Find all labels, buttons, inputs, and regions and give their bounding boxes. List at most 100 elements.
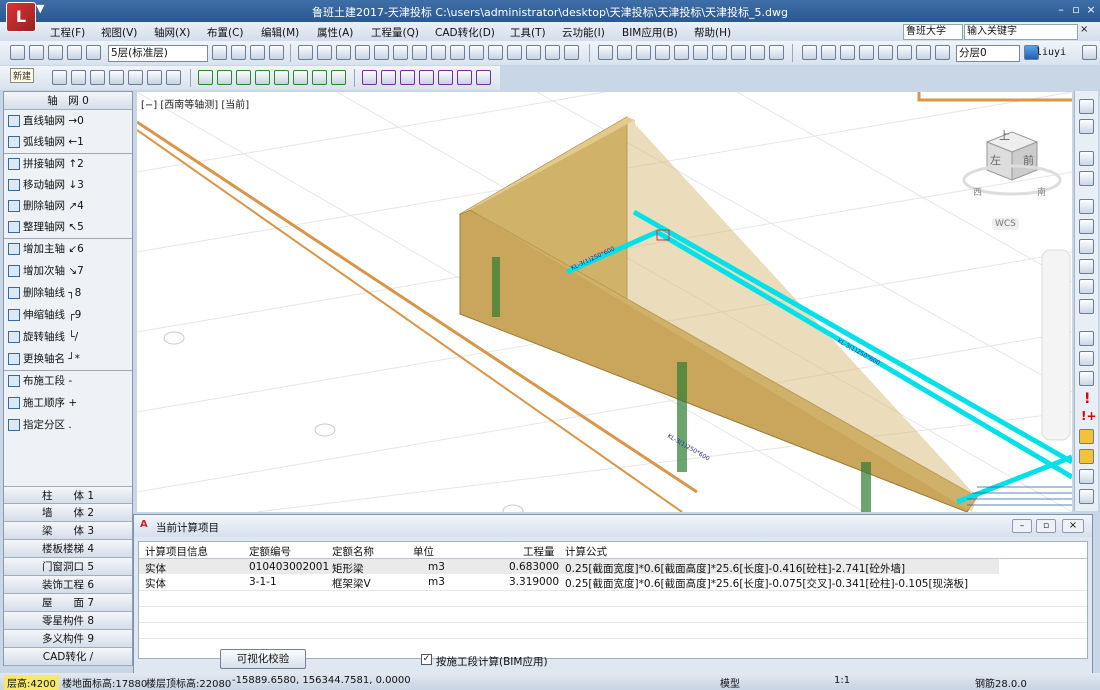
window3-icon[interactable] <box>128 70 143 85</box>
tool-assign-zone[interactable]: 指定分区 . <box>8 415 72 435</box>
bulb-icon[interactable] <box>802 45 817 60</box>
status-scale[interactable]: 1:1 <box>834 675 850 686</box>
rebar-6-icon[interactable] <box>293 70 308 85</box>
tool-move-axis[interactable]: 移动轴网 ↓3 <box>8 175 84 195</box>
bim-checkbox-label[interactable]: 按施工段计算(BIM应用) <box>436 654 548 669</box>
rebar-2-icon[interactable] <box>217 70 232 85</box>
search-input[interactable]: 输入关键字 <box>964 24 1078 40</box>
window-icon[interactable] <box>90 70 105 85</box>
menu-tools[interactable]: 工具(T) <box>510 25 546 40</box>
status-rebar-version[interactable]: 钢筋28.0.0 <box>975 675 1027 690</box>
tool-arc-axis[interactable]: 弧线轴网 ←1 <box>8 132 84 152</box>
calendar-icon[interactable] <box>1079 469 1094 484</box>
extend-icon[interactable] <box>507 45 522 60</box>
col-header-formula[interactable]: 计算公式 <box>565 544 607 559</box>
eye-icon[interactable] <box>897 45 912 60</box>
filter-icon[interactable] <box>878 45 893 60</box>
panel-header-axis[interactable]: 轴 网 0 <box>4 92 132 110</box>
category-beam[interactable]: 梁 体 3 <box>4 522 132 540</box>
edit-icon[interactable] <box>67 45 82 60</box>
find-icon[interactable] <box>859 45 874 60</box>
rebar-3-icon[interactable] <box>236 70 251 85</box>
tool-join-axis[interactable]: 拼接轴网 ↑2 <box>8 154 84 174</box>
category-cad[interactable]: CAD转化 / <box>4 648 132 666</box>
break-icon[interactable] <box>526 45 541 60</box>
window5-icon[interactable] <box>166 70 181 85</box>
minimize-button[interactable]: – <box>1054 3 1068 17</box>
wcs-button[interactable]: WCS <box>992 218 1019 230</box>
attribute-icon[interactable] <box>355 45 370 60</box>
layer-icon[interactable] <box>916 45 931 60</box>
tool-construction-order[interactable]: 施工顺序 + <box>8 393 77 413</box>
menu-cloud[interactable]: 云功能(I) <box>562 25 605 40</box>
user-name[interactable]: liuyi <box>1036 47 1066 58</box>
check-icon[interactable] <box>693 45 708 60</box>
layer-manage-icon[interactable] <box>212 45 227 60</box>
drawing-viewport[interactable]: KL-3(1)250*600 KL-3(1)250*600 KL-3(1)250… <box>137 92 1072 512</box>
tool-rotate-axisline[interactable]: 旋转轴线 └/ <box>8 327 78 347</box>
trim-icon[interactable] <box>488 45 503 60</box>
menu-quantity[interactable]: 工程量(Q) <box>371 25 419 40</box>
rotate-icon[interactable] <box>545 45 560 60</box>
paste-floor-icon[interactable] <box>317 45 332 60</box>
warning-plus-icon[interactable]: !+ <box>1081 409 1097 423</box>
unlock-icon[interactable] <box>1079 449 1094 464</box>
tool-construction-section[interactable]: 布施工段 - <box>8 371 72 391</box>
copy-floor-icon[interactable] <box>298 45 313 60</box>
dialog-minimize-button[interactable]: – <box>1012 519 1032 533</box>
col-header-code[interactable]: 定额编号 <box>249 544 291 559</box>
report-icon[interactable] <box>636 45 651 60</box>
tool-stretch-axisline[interactable]: 伸缩轴线 ┌9 <box>8 305 81 325</box>
menu-project[interactable]: 工程(F) <box>50 25 85 40</box>
chart-icon[interactable] <box>674 45 689 60</box>
menu-layout[interactable]: 布置(C) <box>207 25 244 40</box>
viewport-label[interactable]: [−] [西南等轴测] [当前] <box>141 96 249 111</box>
offset-icon[interactable] <box>469 45 484 60</box>
visual-verify-button[interactable]: 可视化校验 <box>220 649 306 669</box>
tool-tidy-axis[interactable]: 整理轴网 ↖5 <box>8 217 84 237</box>
dialog-close-button[interactable]: × <box>1062 519 1084 533</box>
rebar-4-icon[interactable] <box>255 70 270 85</box>
hide-icon[interactable] <box>840 45 855 60</box>
warning-icon[interactable]: ! <box>1084 391 1090 407</box>
calc-icon[interactable] <box>598 45 613 60</box>
panel-icon[interactable] <box>1079 119 1094 134</box>
dialog-restore-button[interactable]: ▫ <box>1036 519 1056 533</box>
tool-delete-axis[interactable]: 删除轴网 ↗4 <box>8 196 84 216</box>
tool-rename-axis[interactable]: 更换轴名 ┘* <box>8 349 80 369</box>
box-2-icon[interactable] <box>381 70 396 85</box>
show-icon[interactable] <box>821 45 836 60</box>
rebar-5-icon[interactable] <box>274 70 289 85</box>
3d-model-canvas[interactable]: KL-3(1)250*600 KL-3(1)250*600 KL-3(1)250… <box>137 92 1072 512</box>
doc-close-button[interactable]: × <box>1080 24 1088 35</box>
glasses-icon[interactable] <box>1079 351 1094 366</box>
box-5-icon[interactable] <box>438 70 453 85</box>
arrow-tool-icon[interactable] <box>750 45 765 60</box>
grid-icon[interactable] <box>712 45 727 60</box>
open-folder-icon[interactable] <box>29 45 44 60</box>
plan-icon[interactable] <box>71 70 86 85</box>
col-header-name[interactable]: 定额名称 <box>332 544 374 559</box>
rebar-8-icon[interactable] <box>331 70 346 85</box>
table-icon[interactable] <box>655 45 670 60</box>
scale-tool-icon[interactable] <box>1079 279 1094 294</box>
box-1-icon[interactable] <box>362 70 377 85</box>
rotate-tool-icon[interactable] <box>1079 259 1094 274</box>
floor-select[interactable]: 分层0 <box>956 45 1020 62</box>
box-3-icon[interactable] <box>400 70 415 85</box>
col-header-unit[interactable]: 单位 <box>413 544 434 559</box>
mirror-tool-icon[interactable] <box>1079 219 1094 234</box>
line-tool-icon[interactable] <box>1079 299 1094 314</box>
pen-icon[interactable] <box>769 45 784 60</box>
menu-help[interactable]: 帮助(H) <box>694 25 731 40</box>
close-button[interactable]: × <box>1084 3 1098 17</box>
undo-icon[interactable] <box>231 45 246 60</box>
status-floor-height[interactable]: 层高:4200 <box>4 675 59 690</box>
mirror-icon[interactable] <box>450 45 465 60</box>
lock-icon[interactable] <box>935 45 950 60</box>
viewcube-left[interactable]: 左 <box>990 152 1001 168</box>
view-icon[interactable] <box>1079 371 1094 386</box>
window2-icon[interactable] <box>109 70 124 85</box>
category-slab-stair[interactable]: 楼板楼梯 4 <box>4 540 132 558</box>
search-scope-select[interactable]: 鲁班大学 <box>903 24 963 40</box>
